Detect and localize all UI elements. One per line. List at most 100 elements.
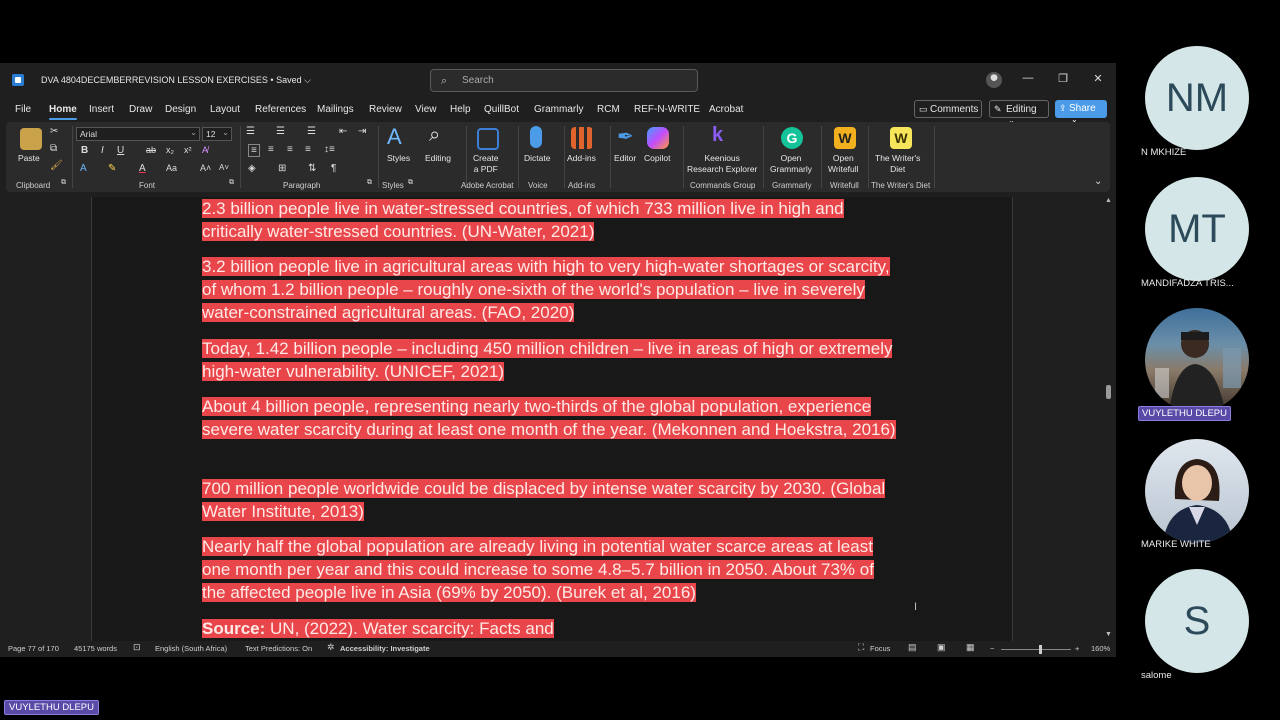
paragraph[interactable]: Today, 1.42 billion people – including 4…	[202, 337, 902, 383]
participant-avatar[interactable]: S	[1145, 569, 1249, 673]
vertical-scrollbar[interactable]: ▲ ▼	[1104, 197, 1114, 641]
bold-icon[interactable]: B	[81, 145, 88, 156]
tab-home[interactable]: Home	[49, 104, 77, 120]
account-avatar-icon[interactable]	[986, 72, 1002, 88]
tab-references[interactable]: References	[255, 104, 306, 115]
text-effects-icon[interactable]: A	[80, 163, 87, 174]
change-case-icon[interactable]: Aa	[166, 163, 177, 173]
line-spacing-icon[interactable]: ↕≡	[324, 144, 335, 155]
bullets-icon[interactable]: ☰	[246, 126, 255, 137]
text-predictions[interactable]: Text Predictions: On	[245, 644, 312, 653]
tab-insert[interactable]: Insert	[89, 104, 114, 115]
paste-icon[interactable]	[20, 128, 42, 150]
sort-icon[interactable]: ⇅	[308, 163, 316, 174]
editor-icon[interactable]: ✒	[617, 124, 634, 149]
highlight-color-icon[interactable]: ✎	[108, 163, 116, 174]
find-icon[interactable]: ⌕	[429, 124, 440, 147]
underline-icon[interactable]: U	[117, 145, 124, 156]
clear-formatting-icon[interactable]: A̸	[202, 145, 208, 155]
multilevel-list-icon[interactable]: ☰	[307, 126, 316, 137]
paragraph[interactable]: 2.3 billion people live in water-stresse…	[202, 197, 902, 243]
keenious-button[interactable]: Keenious Research Explorer	[687, 153, 757, 175]
grammarly-icon[interactable]: G	[781, 127, 803, 149]
scrollbar-thumb[interactable]	[1106, 385, 1111, 399]
zoom-slider[interactable]	[1001, 649, 1071, 650]
zoom-in-icon[interactable]: +	[1075, 644, 1079, 653]
language-indicator[interactable]: English (South Africa)	[155, 644, 227, 653]
tab-file[interactable]: File	[15, 104, 31, 115]
close-button[interactable]: ✕	[1088, 72, 1108, 85]
paragraph[interactable]: Nearly half the global population are al…	[202, 535, 902, 604]
scroll-down-icon[interactable]: ▼	[1105, 631, 1112, 638]
document-title[interactable]: DVA 4804DECEMBERREVISION LESSON EXERCISE…	[41, 75, 311, 86]
microphone-icon[interactable]	[530, 126, 542, 148]
proofing-icon[interactable]: ⊡	[133, 642, 141, 653]
open-writefull-button[interactable]: Open Writefull	[828, 153, 859, 175]
format-painter-icon[interactable]: 🖌	[50, 160, 63, 171]
tab-help[interactable]: Help	[450, 104, 471, 115]
zoom-level[interactable]: 160%	[1091, 644, 1110, 653]
align-center-icon[interactable]: ≡	[268, 144, 274, 155]
tab-grammarly[interactable]: Grammarly	[534, 104, 583, 115]
shading-icon[interactable]: ◈	[248, 163, 256, 174]
comments-button[interactable]: ▭ Comments	[914, 100, 982, 118]
restore-button[interactable]: ❐	[1053, 72, 1073, 85]
italic-icon[interactable]: I	[101, 145, 104, 156]
editor-button[interactable]: Editor	[614, 153, 636, 164]
paste-button[interactable]: Paste	[18, 153, 40, 164]
tab-rcm[interactable]: RCM	[597, 104, 620, 115]
tab-review[interactable]: Review	[369, 104, 402, 115]
create-pdf-icon[interactable]	[477, 128, 499, 150]
increase-indent-icon[interactable]: ⇥	[358, 126, 366, 137]
show-marks-icon[interactable]: ¶	[331, 163, 336, 174]
tab-layout[interactable]: Layout	[210, 104, 240, 115]
copy-icon[interactable]: ⧉	[50, 143, 57, 154]
tab-quillbot[interactable]: QuillBot	[484, 104, 519, 115]
tab-draw[interactable]: Draw	[129, 104, 152, 115]
participant-avatar[interactable]: MT	[1145, 177, 1249, 281]
decrease-indent-icon[interactable]: ⇤	[339, 126, 347, 137]
accessibility-status[interactable]: Accessibility: Investigate	[340, 644, 430, 653]
add-ins-button[interactable]: Add-ins	[567, 153, 596, 164]
cut-icon[interactable]: ✂	[50, 126, 58, 137]
tab-ref-n-write[interactable]: REF-N-WRITE	[634, 104, 700, 115]
zoom-slider-thumb[interactable]	[1039, 645, 1042, 654]
shrink-font-icon[interactable]: A˅	[219, 163, 229, 172]
read-mode-icon[interactable]: ▤	[908, 642, 917, 653]
tab-design[interactable]: Design	[165, 104, 196, 115]
dialog-launcher-icon[interactable]: ⧉	[367, 179, 372, 187]
dialog-launcher-icon[interactable]: ⧉	[408, 179, 413, 187]
writers-diet-button[interactable]: The Writer's Diet	[875, 153, 920, 175]
borders-icon[interactable]: ⊞	[278, 163, 286, 174]
keenious-icon[interactable]: k	[712, 124, 723, 147]
font-name-box[interactable]: Arial ⌄	[76, 127, 200, 141]
word-count[interactable]: 45175 words	[74, 644, 117, 653]
superscript-icon[interactable]: x²	[184, 145, 192, 155]
collapse-ribbon-chevron-icon[interactable]: ⌄	[1094, 176, 1102, 187]
scroll-up-icon[interactable]: ▲	[1105, 197, 1112, 204]
paragraph[interactable]: About 4 billion people, representing nea…	[202, 395, 902, 441]
strikethrough-icon[interactable]: ab	[146, 145, 156, 155]
minimize-button[interactable]: —	[1018, 72, 1038, 84]
numbering-icon[interactable]: ☰	[276, 126, 285, 137]
focus-mode[interactable]: Focus	[870, 644, 890, 653]
tab-mailings[interactable]: Mailings	[317, 104, 354, 115]
grow-font-icon[interactable]: A˄	[200, 163, 211, 173]
tab-view[interactable]: View	[415, 104, 437, 115]
dialog-launcher-icon[interactable]: ⧉	[229, 179, 234, 187]
writefull-icon[interactable]: W	[834, 127, 856, 149]
participant-avatar[interactable]: NM	[1145, 46, 1249, 150]
page-count[interactable]: Page 77 of 170	[8, 644, 59, 653]
dialog-launcher-icon[interactable]: ⧉	[61, 179, 66, 187]
participant-video[interactable]	[1145, 439, 1249, 543]
print-layout-icon[interactable]: ▣	[937, 642, 946, 653]
editing-button[interactable]: Editing	[425, 153, 451, 164]
font-size-box[interactable]: 12 ⌄	[202, 127, 232, 141]
participant-video[interactable]	[1145, 308, 1249, 412]
open-grammarly-button[interactable]: Open Grammarly	[770, 153, 812, 175]
source-paragraph[interactable]: Source: UN, (2022). Water scarcity: Fact…	[202, 617, 902, 640]
font-color-icon[interactable]: A	[139, 163, 146, 174]
paragraph[interactable]: 3.2 billion people live in agricultural …	[202, 255, 902, 324]
add-ins-icon[interactable]	[571, 127, 593, 149]
document-page[interactable]: 2.3 billion people live in water-stresse…	[91, 197, 1013, 641]
